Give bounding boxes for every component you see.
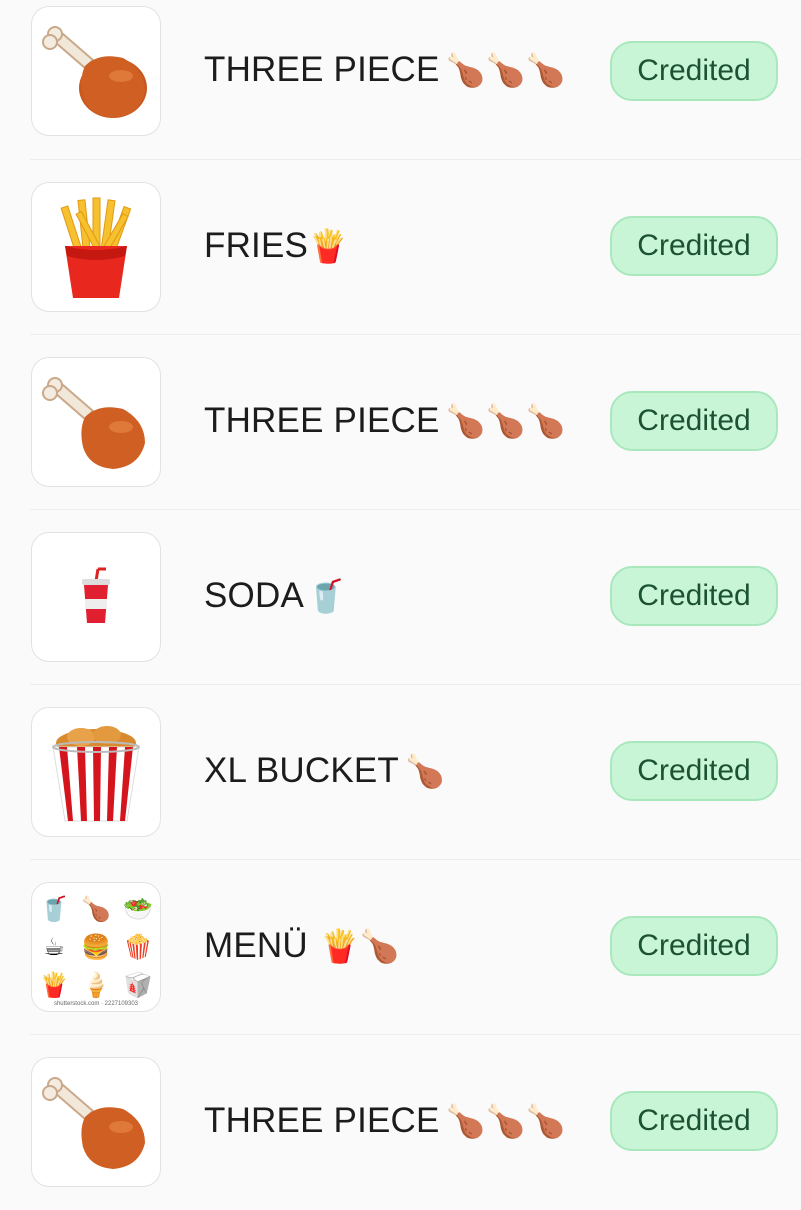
status-badge: Credited <box>610 566 778 626</box>
takeout-box-icon: 🥡 <box>123 971 153 999</box>
status-badge: Credited <box>610 916 778 976</box>
chicken-icon: 🍗 <box>81 895 111 923</box>
status-badge: Credited <box>610 1091 778 1151</box>
chicken-leg-icon: 🍗 <box>405 752 446 790</box>
chicken-leg-icon: 🍗🍗🍗 <box>445 1102 566 1140</box>
status-badge: Credited <box>610 391 778 451</box>
list-item[interactable]: THREE PIECE 🍗🍗🍗 Credited <box>0 0 801 160</box>
soda-cup-icon: 🥤 <box>306 577 347 615</box>
soda-icon: 🥤 <box>39 895 69 923</box>
ice-cream-icon: 🍦 <box>81 971 111 999</box>
chicken-leg-icon <box>31 1057 161 1187</box>
list-item[interactable]: 🥤 🍗 🥗 ☕ 🍔 🍿 🍟 🍦 🥡 shutterstock.com · 222… <box>0 860 801 1035</box>
order-items-list: THREE PIECE 🍗🍗🍗 Credited FRIES 🍟 Credite… <box>0 0 801 1210</box>
salad-icon: 🥗 <box>123 895 153 923</box>
list-item[interactable]: THREE PIECE 🍗🍗🍗 Credited <box>0 1035 801 1210</box>
menu-collage-grid: 🥤 🍗 🥗 ☕ 🍔 🍿 🍟 🍦 🥡 <box>37 892 155 1002</box>
burger-icon: 🍔 <box>81 933 111 961</box>
item-title: THREE PIECE 🍗🍗🍗 <box>204 401 566 440</box>
chicken-bucket-icon <box>31 707 161 837</box>
list-item[interactable]: FRIES 🍟 Credited <box>0 160 801 335</box>
fries-chicken-icon: 🍟🍗 <box>319 927 400 965</box>
fries-icon: 🍟 <box>39 971 69 999</box>
item-title: SODA 🥤 <box>204 576 347 615</box>
fries-icon: 🍟 <box>308 227 349 265</box>
status-badge: Credited <box>610 41 778 101</box>
soda-cup-icon <box>31 532 161 662</box>
chicken-leg-icon: 🍗🍗🍗 <box>445 402 566 440</box>
list-item[interactable]: SODA 🥤 Credited <box>0 510 801 685</box>
watermark: shutterstock.com · 2227109303 <box>53 1001 139 1007</box>
item-title: XL BUCKET 🍗 <box>204 751 446 790</box>
popcorn-icon: 🍿 <box>123 933 153 961</box>
item-title: FRIES 🍟 <box>204 226 349 265</box>
status-badge: Credited <box>610 216 778 276</box>
chicken-leg-icon: 🍗🍗🍗 <box>445 51 566 89</box>
item-title: THREE PIECE 🍗🍗🍗 <box>204 50 566 89</box>
status-badge: Credited <box>610 741 778 801</box>
fries-icon <box>31 182 161 312</box>
list-item[interactable]: THREE PIECE 🍗🍗🍗 Credited <box>0 335 801 510</box>
list-item[interactable]: XL BUCKET 🍗 Credited <box>0 685 801 860</box>
item-title: THREE PIECE 🍗🍗🍗 <box>204 1101 566 1140</box>
item-title: MENÜ 🍟🍗 <box>204 926 400 965</box>
coffee-icon: ☕ <box>43 933 65 961</box>
chicken-leg-icon <box>31 6 161 136</box>
chicken-leg-icon <box>31 357 161 487</box>
menu-collage-icon: 🥤 🍗 🥗 ☕ 🍔 🍿 🍟 🍦 🥡 shutterstock.com · 222… <box>31 882 161 1012</box>
